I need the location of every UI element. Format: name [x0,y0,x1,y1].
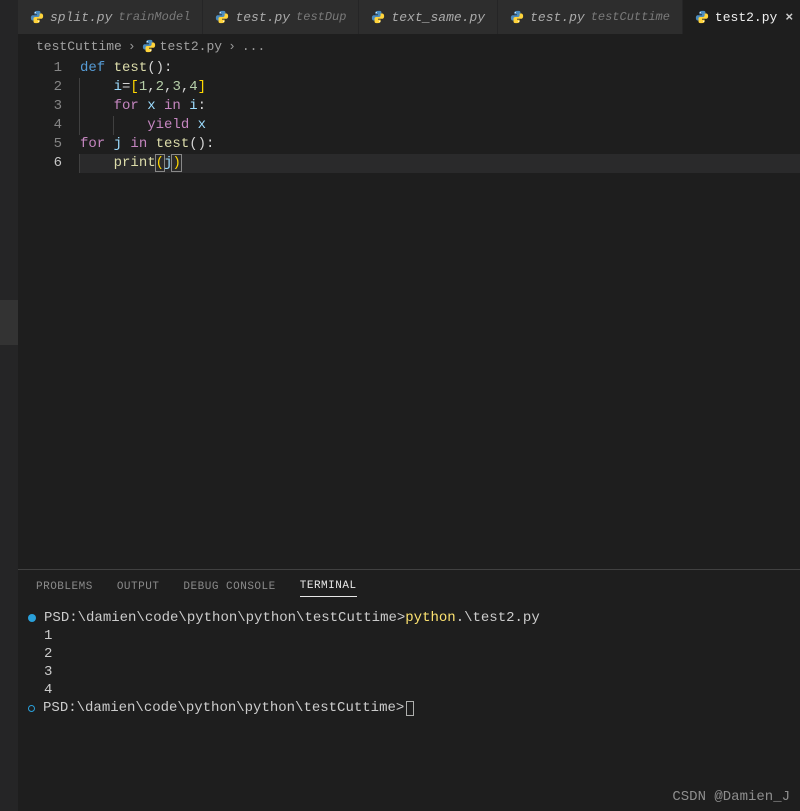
terminal[interactable]: PS D:\damien\code\python\python\testCutt… [18,603,800,785]
terminal-output: 2 [44,645,52,663]
code-line: i=[1,2,3,4] [80,78,800,97]
editor-tab-bar: split.py trainModel test.py testDup text… [18,0,800,35]
terminal-output: 1 [44,627,52,645]
chevron-right-icon: › [128,39,136,54]
line-number-gutter: 1 2 3 4 5 6 [18,59,80,569]
terminal-line: PS D:\damien\code\python\python\testCutt… [28,609,790,627]
terminal-prompt-path: D:\damien\code\python\python\testCuttime… [60,699,404,717]
code-editor[interactable]: 1 2 3 4 5 6 def test(): i=[1,2,3,4] for … [18,57,800,569]
line-number: 2 [18,78,62,97]
code-line: def test(): [80,59,800,78]
tab-sublabel: testDup [296,10,346,24]
breadcrumb-file: test2.py [160,39,222,54]
line-number: 6 [18,154,62,173]
activity-bar-selection [0,300,18,345]
terminal-cmd-python: python [405,609,455,627]
watermark: CSDN @Damien_J [18,785,800,811]
terminal-prompt-ps: PS [43,699,60,717]
line-number: 1 [18,59,62,78]
bottom-panel: PROBLEMS OUTPUT DEBUG CONSOLE TERMINAL P… [18,569,800,811]
terminal-line: 2 [28,645,790,663]
breadcrumb-folder: testCuttime [36,39,122,54]
tab-label: test.py [530,10,585,25]
panel-tab-terminal[interactable]: TERMINAL [300,576,357,597]
tab-label: split.py [50,10,112,25]
tab-label: text_same.py [391,10,485,25]
tab-test2-py[interactable]: test2.py × [683,0,800,34]
activity-bar [0,0,18,811]
breadcrumb-ellipsis: ... [242,39,265,54]
terminal-cmd-arg: .\test2.py [456,609,540,627]
terminal-prompt-ps: PS [44,609,61,627]
line-number: 3 [18,97,62,116]
code-line-active: print(j) [80,154,800,173]
prompt-dot-icon [28,614,36,622]
panel-tab-debug-console[interactable]: DEBUG CONSOLE [183,577,275,597]
tab-sublabel: testCuttime [591,10,670,24]
python-file-icon [142,39,156,53]
tab-label: test.py [235,10,290,25]
terminal-output: 4 [44,681,52,699]
code-line: for x in i: [80,97,800,116]
tab-test-py-dup[interactable]: test.py testDup [203,0,359,34]
terminal-line: 4 [28,681,790,699]
panel-tab-output[interactable]: OUTPUT [117,577,160,597]
python-file-icon [510,10,524,24]
python-file-icon [371,10,385,24]
line-number: 4 [18,116,62,135]
python-file-icon [695,10,709,24]
terminal-line: 3 [28,663,790,681]
tab-label: test2.py [715,10,777,25]
chevron-right-icon: › [228,39,236,54]
python-file-icon [30,10,44,24]
terminal-line: 1 [28,627,790,645]
python-file-icon [215,10,229,24]
code-line: for j in test(): [80,135,800,154]
code-line: yield x [80,116,800,135]
breadcrumb[interactable]: testCuttime › test2.py › ... [18,35,800,57]
tab-test-py-cuttime[interactable]: test.py testCuttime [498,0,683,34]
close-icon[interactable]: × [785,10,793,25]
tab-text-same-py[interactable]: text_same.py [359,0,498,34]
prompt-dot-hollow-icon [28,705,35,712]
terminal-output: 3 [44,663,52,681]
terminal-prompt-path: D:\damien\code\python\python\testCuttime… [61,609,405,627]
line-number: 5 [18,135,62,154]
tab-split-py[interactable]: split.py trainModel [18,0,203,34]
panel-tab-bar: PROBLEMS OUTPUT DEBUG CONSOLE TERMINAL [18,570,800,603]
tab-sublabel: trainModel [118,10,190,24]
panel-tab-problems[interactable]: PROBLEMS [36,577,93,597]
code-body[interactable]: def test(): i=[1,2,3,4] for x in i: yiel… [80,59,800,569]
terminal-line: PS D:\damien\code\python\python\testCutt… [28,699,790,717]
terminal-cursor [406,701,414,716]
